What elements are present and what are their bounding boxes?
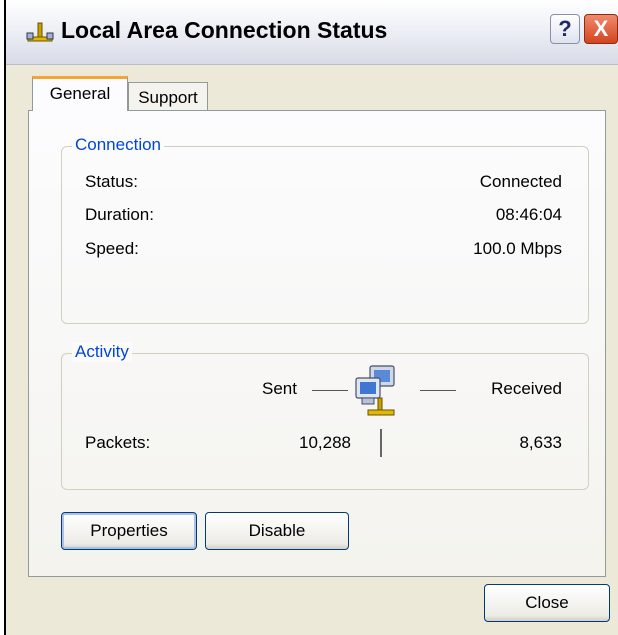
disable-button[interactable]: Disable <box>205 512 349 550</box>
general-tab-panel: Connection Status: Connected Duration: 0… <box>28 110 606 577</box>
close-button[interactable]: Close <box>484 584 610 622</box>
received-label: Received <box>491 379 562 398</box>
tab-general[interactable]: General <box>32 76 128 111</box>
activity-group: Activity Sent Received Packets: 10,288 8… <box>61 342 589 490</box>
tab-support[interactable]: Support <box>128 82 208 111</box>
status-label: Status: <box>85 172 138 191</box>
packets-label: Packets: <box>85 433 151 452</box>
help-button[interactable]: ? <box>550 14 580 44</box>
received-connector-line <box>420 390 456 391</box>
status-value: Connected <box>479 172 562 191</box>
title-bar[interactable]: Local Area Connection Status ? X <box>6 0 618 65</box>
window-title: Local Area Connection Status <box>61 17 388 43</box>
dialog-window: Local Area Connection Status ? X General… <box>4 0 618 635</box>
speed-label: Speed: <box>85 239 139 258</box>
sent-connector-line <box>312 390 348 391</box>
speed-value: 100.0 Mbps <box>473 239 562 258</box>
title-close-button[interactable]: X <box>584 14 618 44</box>
duration-value: 08:46:04 <box>495 205 562 224</box>
sent-label: Sent <box>262 379 297 398</box>
packets-sent-value: 10,288 <box>299 433 351 452</box>
network-activity-icon <box>355 365 395 416</box>
network-connection-icon <box>26 22 54 42</box>
packets-received-value: 8,633 <box>519 433 562 452</box>
activity-group-title: Activity <box>72 342 132 362</box>
properties-button[interactable]: Properties <box>61 512 197 550</box>
duration-label: Duration: <box>85 205 154 224</box>
activity-divider <box>380 429 382 457</box>
connection-group: Connection Status: Connected Duration: 0… <box>61 135 589 324</box>
connection-group-title: Connection <box>72 135 165 155</box>
